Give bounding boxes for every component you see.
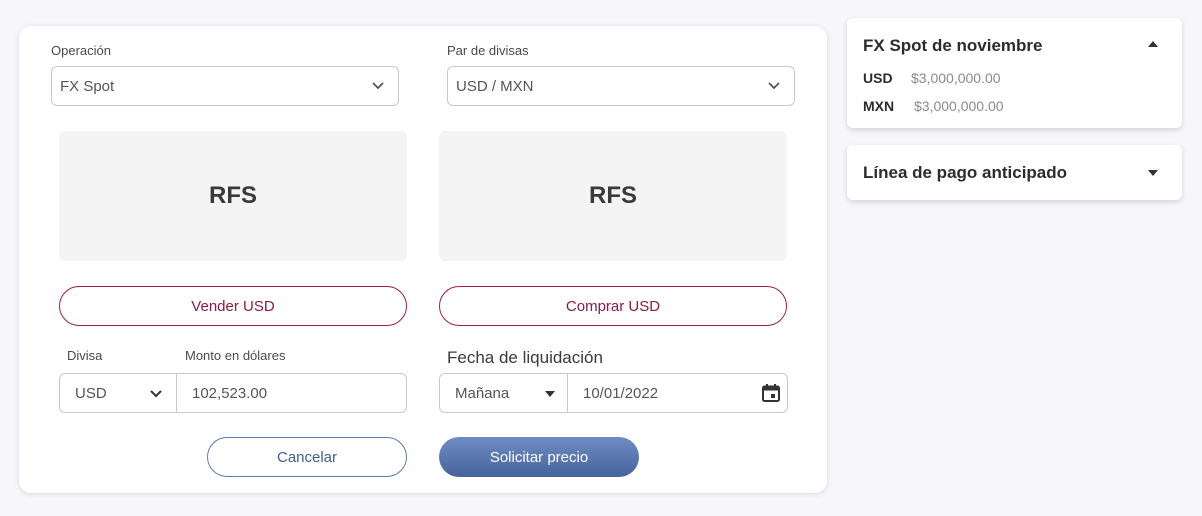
- currency-code: MXN: [863, 98, 895, 114]
- cancel-button[interactable]: Cancelar: [207, 437, 407, 477]
- monto-value: 102,523.00: [192, 384, 268, 402]
- linea-pago-panel-title: Línea de pago anticipado: [863, 163, 1068, 182]
- par-divisas-label: Par de divisas: [447, 43, 529, 58]
- fecha-option-value: Mañana: [455, 384, 510, 402]
- quote-form-card: Operación FX Spot Par de divisas USD / M…: [19, 26, 827, 493]
- request-price-button[interactable]: Solicitar precio: [439, 437, 639, 477]
- currency-amount: $3,000,000.00: [911, 70, 1001, 86]
- rfs-buy-panel: RFS: [439, 131, 787, 261]
- buy-usd-button[interactable]: Comprar USD: [439, 286, 787, 326]
- divisa-select[interactable]: USD: [59, 373, 177, 413]
- chevron-down-icon: [768, 82, 780, 90]
- par-divisas-select[interactable]: USD / MXN: [447, 66, 795, 106]
- fecha-liquidacion-label: Fecha de liquidación: [447, 348, 603, 367]
- fx-spot-summary-panel: FX Spot de noviembre USD $3,000,000.00 M…: [847, 18, 1182, 128]
- caret-up-icon[interactable]: [1148, 41, 1158, 47]
- linea-pago-panel[interactable]: Línea de pago anticipado: [847, 145, 1182, 200]
- chevron-down-icon: [150, 390, 162, 398]
- currency-amount: $3,000,000.00: [914, 98, 1004, 114]
- rfs-sell-panel: RFS: [59, 131, 407, 261]
- divisa-value: USD: [75, 384, 107, 402]
- calendar-icon[interactable]: [761, 383, 781, 403]
- sell-usd-button[interactable]: Vender USD: [59, 286, 407, 326]
- divisa-label: Divisa: [67, 348, 103, 363]
- fecha-date-value: 10/01/2022: [583, 384, 659, 402]
- monto-label: Monto en dólares: [185, 348, 286, 363]
- fecha-option-select[interactable]: Mañana: [439, 373, 568, 413]
- monto-input[interactable]: 102,523.00: [176, 373, 407, 413]
- caret-down-icon: [545, 391, 555, 397]
- operacion-select[interactable]: FX Spot: [51, 66, 399, 106]
- caret-down-icon[interactable]: [1148, 170, 1158, 176]
- fecha-date-input[interactable]: 10/01/2022: [567, 373, 788, 413]
- operacion-label: Operación: [51, 43, 111, 58]
- chevron-down-icon: [372, 82, 384, 90]
- operacion-value: FX Spot: [60, 77, 115, 95]
- par-divisas-value: USD / MXN: [456, 77, 534, 95]
- currency-code: USD: [863, 70, 893, 86]
- fx-spot-panel-title: FX Spot de noviembre: [863, 36, 1043, 55]
